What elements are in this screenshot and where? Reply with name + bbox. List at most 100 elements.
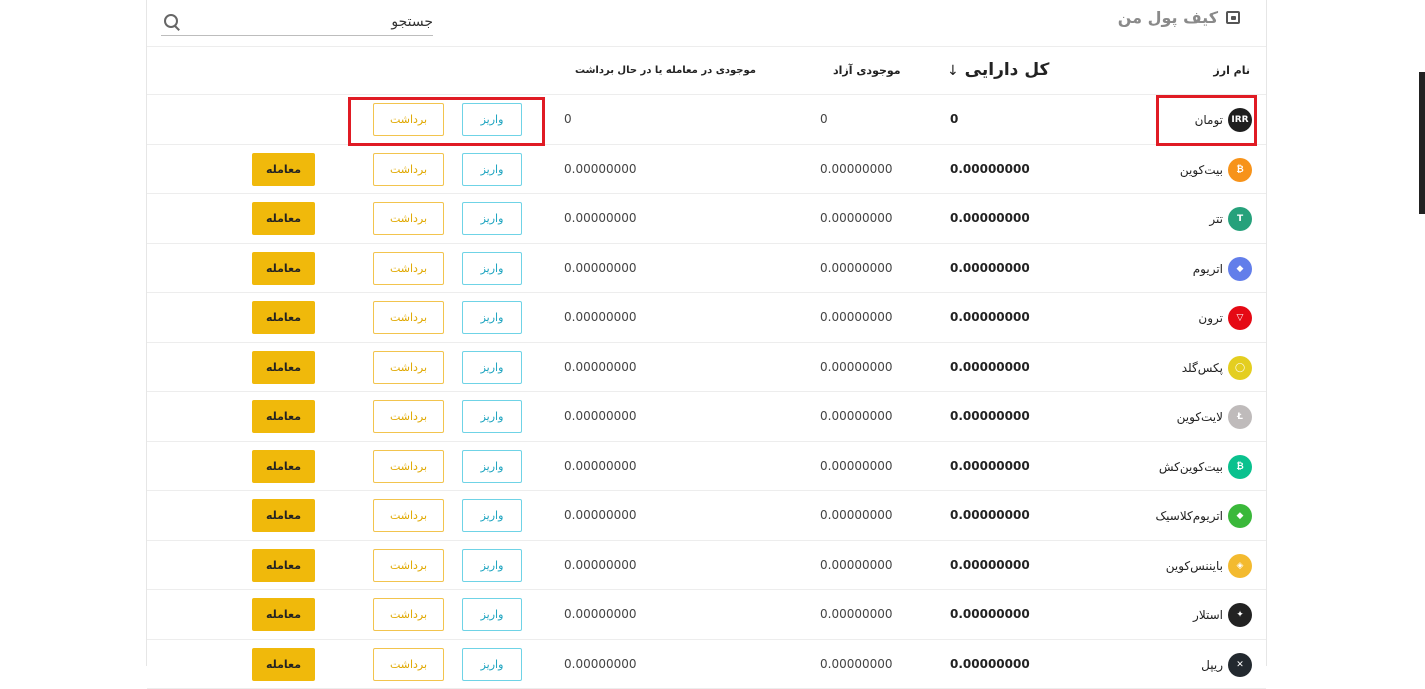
coin-cell[interactable]: ◆ اتریوم‌کلاسیک (1155, 504, 1252, 528)
withdraw-button[interactable]: برداشت (373, 301, 444, 334)
column-header-total-label: کل دارایی (965, 60, 1050, 80)
ripple-icon: ✕ (1228, 653, 1252, 677)
deposit-button[interactable]: واریز (462, 252, 522, 285)
trade-button[interactable]: معامله (252, 450, 315, 483)
coin-cell[interactable]: ▽ترون (1198, 306, 1252, 330)
withdraw-button[interactable]: برداشت (373, 153, 444, 186)
deposit-button[interactable]: واریز (462, 450, 522, 483)
total-balance: 0.00000000 (950, 442, 1030, 491)
coin-name: اتریوم‌کلاسیک (1155, 509, 1223, 523)
table-row: ◯پکس‌گلد0.000000000.000000000.00000000وا… (147, 343, 1266, 393)
deposit-button[interactable]: واریز (462, 202, 522, 235)
trade-button[interactable]: معامله (252, 549, 315, 582)
deposit-button[interactable]: واریز (462, 400, 522, 433)
withdraw-button[interactable]: برداشت (373, 598, 444, 631)
coin-cell[interactable]: T تتر (1209, 207, 1252, 231)
total-balance: 0.00000000 (950, 640, 1030, 689)
locked-balance: 0.00000000 (564, 293, 637, 342)
table-row: ✦استلار0.000000000.000000000.00000000وار… (147, 590, 1266, 640)
bitcoin-cash-icon: ₿ (1228, 455, 1252, 479)
trade-button[interactable]: معامله (252, 351, 315, 384)
withdraw-button[interactable]: برداشت (373, 103, 444, 136)
coin-cell[interactable]: ◈بایننس‌کوین (1166, 554, 1252, 578)
withdraw-button[interactable]: برداشت (373, 202, 444, 235)
withdraw-button[interactable]: برداشت (373, 351, 444, 384)
withdraw-button[interactable]: برداشت (373, 549, 444, 582)
coin-cell[interactable]: ◯پکس‌گلد (1182, 356, 1252, 380)
trade-button[interactable]: معامله (252, 202, 315, 235)
column-header-free: موجودی آزاد (833, 47, 901, 94)
withdraw-button[interactable]: برداشت (373, 648, 444, 681)
locked-balance: 0.00000000 (564, 491, 637, 540)
deposit-button[interactable]: واریز (462, 351, 522, 384)
table-row: Łلایت‌کوین0.000000000.000000000.00000000… (147, 392, 1266, 442)
free-balance: 0 (820, 95, 828, 144)
total-balance: 0.00000000 (950, 244, 1030, 293)
deposit-button[interactable]: واریز (462, 153, 522, 186)
paxgold-icon: ◯ (1228, 356, 1252, 380)
free-balance: 0.00000000 (820, 145, 893, 194)
free-balance: 0.00000000 (820, 194, 893, 243)
search-input[interactable] (193, 14, 433, 30)
bitcoin-icon: ₿ (1228, 158, 1252, 182)
column-header-name: نام ارز (1213, 47, 1250, 94)
deposit-button[interactable]: واریز (462, 499, 522, 532)
coin-cell[interactable]: ₿بیت‌کوین (1180, 158, 1252, 182)
coin-cell[interactable]: Ł لایت‌کوین (1177, 405, 1252, 429)
deposit-button[interactable]: واریز (462, 598, 522, 631)
total-balance: 0.00000000 (950, 145, 1030, 194)
total-balance: 0.00000000 (950, 343, 1030, 392)
deposit-button[interactable]: واریز (462, 648, 522, 681)
search-box[interactable] (161, 8, 433, 36)
tether-icon: T (1228, 207, 1252, 231)
coin-cell[interactable]: ✕ریپل (1201, 653, 1252, 677)
free-balance: 0.00000000 (820, 590, 893, 639)
trade-button[interactable]: معامله (252, 301, 315, 334)
locked-balance: 0.00000000 (564, 590, 637, 639)
table-row: ◆اتریوم0.000000000.000000000.00000000وار… (147, 244, 1266, 294)
withdraw-button[interactable]: برداشت (373, 252, 444, 285)
coin-cell[interactable]: ◆اتریوم (1193, 257, 1252, 281)
free-balance: 0.00000000 (820, 640, 893, 689)
withdraw-button[interactable]: برداشت (373, 499, 444, 532)
trade-button[interactable]: معامله (252, 153, 315, 186)
withdraw-button[interactable]: برداشت (373, 400, 444, 433)
trade-button[interactable]: معامله (252, 252, 315, 285)
free-balance: 0.00000000 (820, 392, 893, 441)
trade-button[interactable]: معامله (252, 499, 315, 532)
coin-cell[interactable]: IRRتومان (1195, 108, 1252, 132)
locked-balance: 0.00000000 (564, 442, 637, 491)
trade-button[interactable]: معامله (252, 598, 315, 631)
free-balance: 0.00000000 (820, 491, 893, 540)
table-row: IRRتومان000واریزبرداشت (147, 95, 1266, 145)
scroll-indicator[interactable] (1419, 72, 1425, 214)
withdraw-button[interactable]: برداشت (373, 450, 444, 483)
table-row: Tتتر0.000000000.000000000.00000000واریزب… (147, 194, 1266, 244)
deposit-button[interactable]: واریز (462, 103, 522, 136)
free-balance: 0.00000000 (820, 293, 893, 342)
total-balance: 0 (950, 95, 958, 144)
ethereum-classic-icon: ◆ (1228, 504, 1252, 528)
coin-name: اتریوم (1193, 262, 1223, 276)
irr-icon: IRR (1228, 108, 1252, 132)
coin-cell[interactable]: ✦استلار (1193, 603, 1252, 627)
sort-arrow-icon[interactable]: ↓ (947, 63, 959, 79)
litecoin-icon: Ł (1228, 405, 1252, 429)
wallet-panel: کیف پول من نام ارز کل دارایی ↓ موجودی آز… (146, 0, 1267, 666)
table-header: نام ارز کل دارایی ↓ موجودی آزاد موجودی د… (147, 46, 1266, 95)
trade-button[interactable]: معامله (252, 400, 315, 433)
coin-name: لایت‌کوین (1177, 410, 1223, 424)
deposit-button[interactable]: واریز (462, 301, 522, 334)
total-balance: 0.00000000 (950, 392, 1030, 441)
coin-name: تتر (1209, 212, 1223, 226)
coin-cell[interactable]: ₿بیت‌کوین‌کش (1159, 455, 1252, 479)
search-icon[interactable] (163, 13, 181, 31)
deposit-button[interactable]: واریز (462, 549, 522, 582)
table-row: ◆اتریوم‌کلاسیک0.000000000.000000000.0000… (147, 491, 1266, 541)
trade-button[interactable]: معامله (252, 648, 315, 681)
wallet-table-body: IRRتومان000واریزبرداشت₿بیت‌کوین0.0000000… (147, 95, 1266, 689)
column-header-locked: موجودی در معامله یا در حال برداشت (575, 47, 756, 94)
locked-balance: 0.00000000 (564, 640, 637, 689)
coin-name: ترون (1198, 311, 1223, 325)
column-header-total[interactable]: کل دارایی ↓ (947, 47, 1049, 94)
